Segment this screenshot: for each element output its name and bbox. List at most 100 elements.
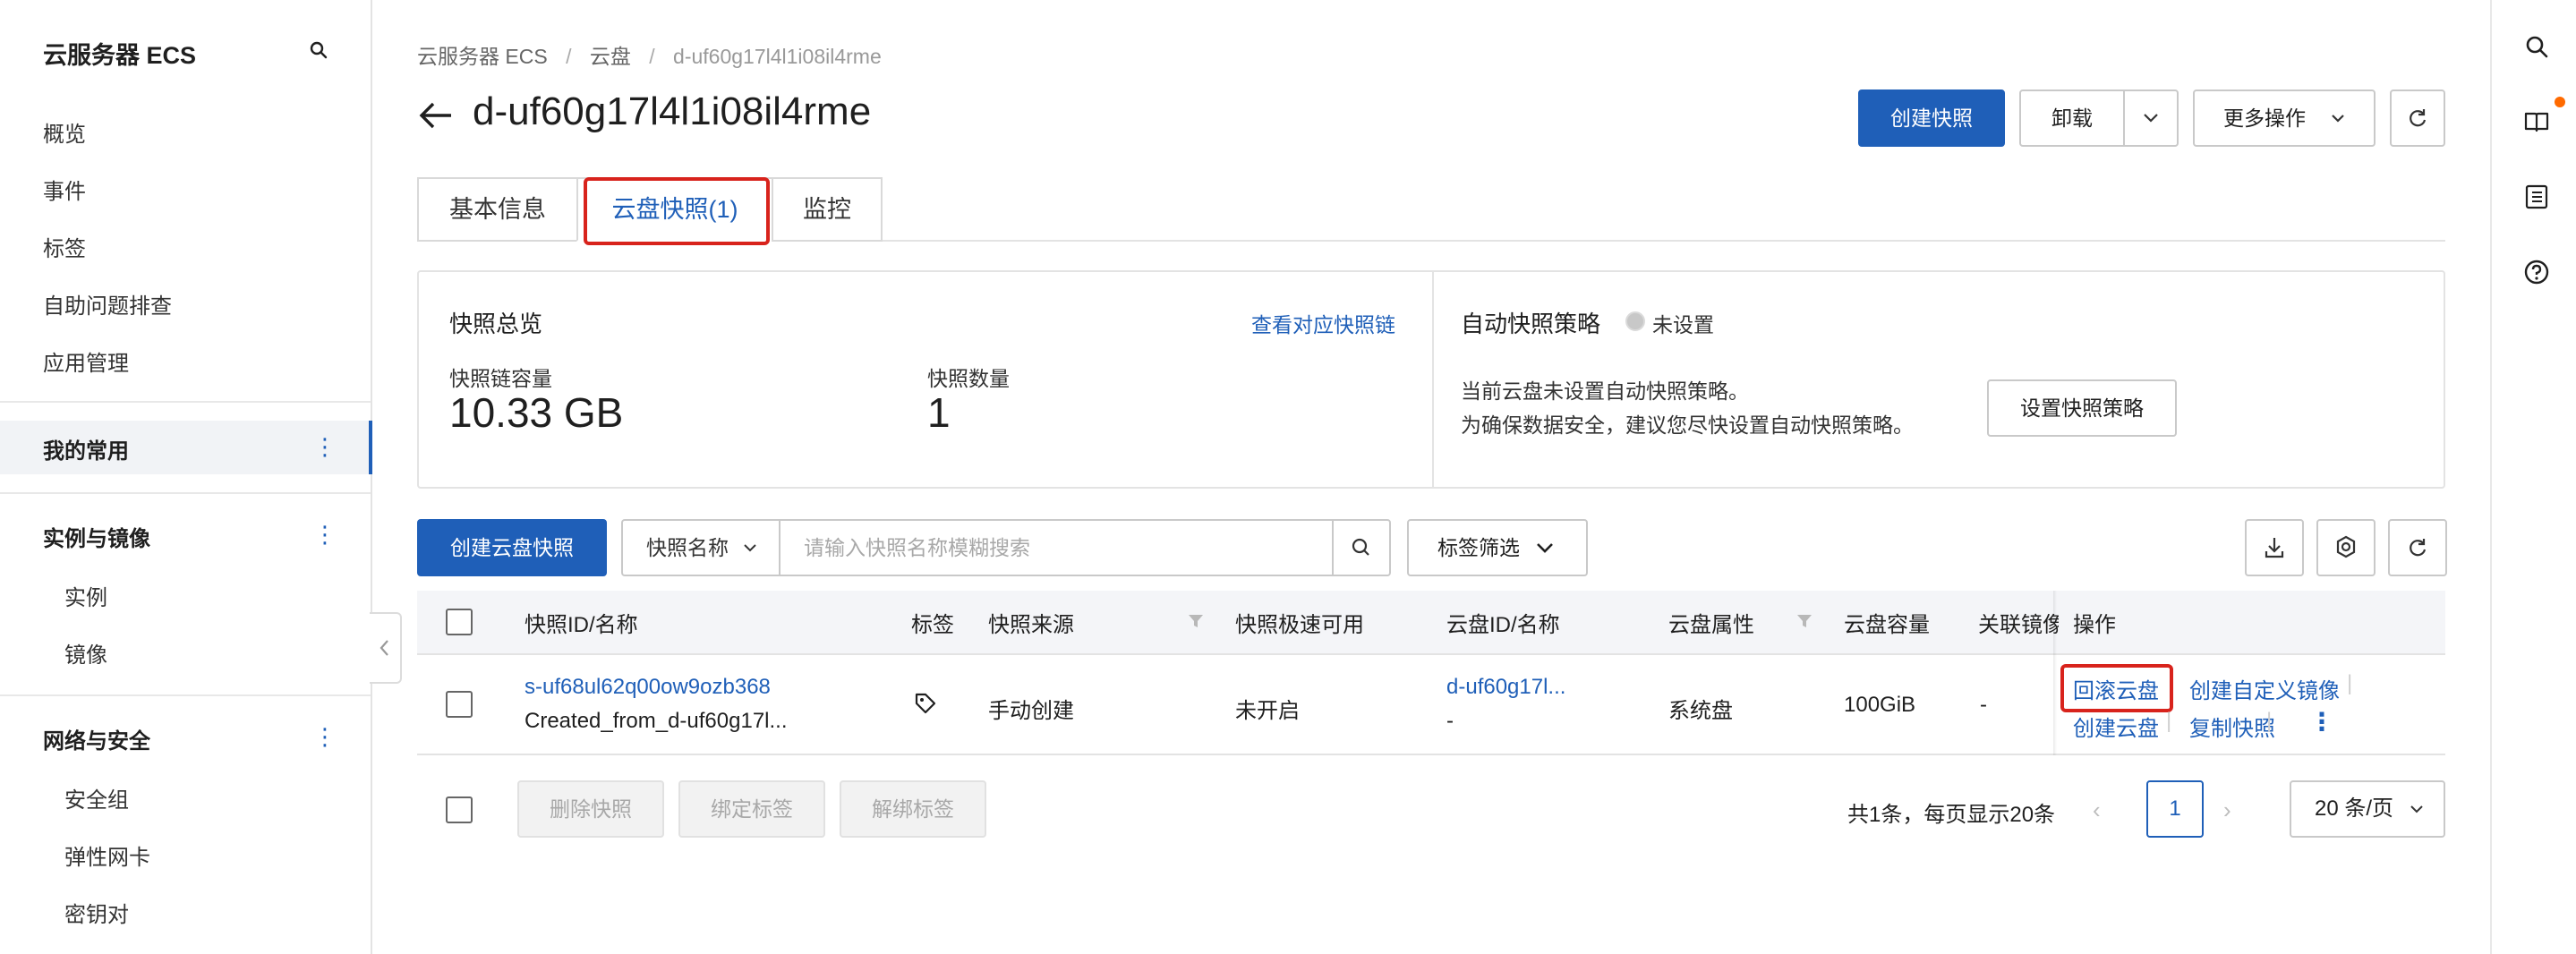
search-field-select[interactable]: 快照名称 — [621, 519, 780, 576]
sidebar-item-favorites[interactable]: 我的常用 — [43, 433, 129, 464]
settings-button[interactable] — [2316, 519, 2376, 576]
chain-capacity-label: 快照链容量 — [449, 367, 552, 390]
highlight-box — [2060, 664, 2173, 712]
breadcrumb-separator: / — [566, 45, 572, 68]
filter-icon[interactable] — [1796, 612, 1813, 630]
more-actions-label: 更多操作 — [2223, 106, 2306, 130]
sidebar-group-network-security[interactable]: 网络与安全 — [43, 723, 150, 754]
tag-icon[interactable] — [913, 691, 938, 716]
set-snapshot-policy-button[interactable]: 设置快照策略 — [1987, 379, 2177, 437]
auto-policy-heading: 自动快照策略 — [1461, 311, 1601, 337]
search-icon[interactable] — [2522, 32, 2551, 61]
sidebar: 云服务器 ECS 概览 事件 标签 自助问题排查 应用管理 我的常用 ⋮ 实例与… — [0, 0, 372, 954]
create-disk-snapshot-button[interactable]: 创建云盘快照 — [417, 519, 607, 576]
sidebar-item-keypairs[interactable]: 密钥对 — [64, 897, 129, 928]
chevron-down-icon — [2144, 114, 2158, 123]
page-size-select[interactable]: 20 条/页 — [2290, 780, 2445, 838]
snapshot-search-input[interactable]: 请输入快照名称模糊搜索 — [779, 519, 1334, 576]
unbind-tag-button[interactable]: 解绑标签 — [840, 780, 986, 838]
sidebar-item-instances[interactable]: 实例 — [64, 580, 107, 611]
sidebar-item-eni[interactable]: 弹性网卡 — [64, 839, 150, 871]
breadcrumb-current: d-uf60g17l4l1i08il4rme — [673, 45, 882, 68]
sidebar-item-app-management[interactable]: 应用管理 — [43, 345, 129, 377]
unmount-button[interactable]: 卸载 — [2019, 89, 2125, 147]
tag-filter-button[interactable]: 标签筛选 — [1407, 519, 1588, 576]
breadcrumb-separator: / — [649, 45, 655, 68]
more-vertical-icon[interactable]: ⋮ — [313, 521, 337, 548]
book-icon[interactable] — [2522, 107, 2551, 136]
tab-basic-info[interactable]: 基本信息 — [417, 177, 578, 242]
snapshot-id-link[interactable]: s-uf68ul62q00ow9ozb368 — [525, 675, 771, 700]
column-header-actions: 操作 — [2073, 613, 2116, 637]
create-custom-image-link[interactable]: 创建自定义镜像 — [2189, 673, 2340, 704]
create-disk-link[interactable]: 创建云盘 — [2073, 711, 2159, 742]
table-refresh-button[interactable] — [2388, 519, 2447, 576]
action-separator: | — [2347, 671, 2353, 695]
sidebar-item-tags[interactable]: 标签 — [43, 231, 86, 262]
breadcrumb-ecs[interactable]: 云服务器 ECS — [417, 45, 548, 68]
copy-snapshot-link[interactable]: 复制快照 — [2189, 711, 2275, 742]
page-title: d-uf60g17l4l1i08il4rme — [473, 89, 872, 133]
select-all-checkbox[interactable] — [446, 609, 473, 635]
auto-policy-status: 未设置 — [1652, 313, 1714, 336]
action-separator: | — [2166, 709, 2172, 733]
column-header-capacity: 云盘容量 — [1844, 613, 1930, 637]
footer-select-all-checkbox[interactable] — [446, 796, 473, 823]
tab-monitoring[interactable]: 监控 — [772, 177, 883, 242]
sidebar-collapse-button[interactable] — [370, 612, 402, 684]
filter-icon[interactable] — [1187, 612, 1205, 630]
disk-name: - — [1446, 709, 1454, 733]
more-vertical-icon[interactable]: ⋮ — [313, 433, 337, 460]
row-checkbox[interactable] — [446, 691, 473, 718]
sidebar-item-events[interactable]: 事件 — [43, 174, 86, 205]
view-snapshot-chain-link[interactable]: 查看对应快照链 — [1251, 308, 1395, 338]
bind-tag-button[interactable]: 绑定标签 — [678, 780, 825, 838]
action-separator: | — [2266, 709, 2273, 733]
download-button[interactable] — [2245, 519, 2304, 576]
back-arrow-icon[interactable] — [417, 97, 455, 134]
sidebar-group-instances-images[interactable]: 实例与镜像 — [43, 521, 150, 552]
prev-page-icon[interactable]: ‹ — [2093, 796, 2101, 824]
chevron-down-icon — [2332, 115, 2344, 123]
refresh-icon — [2410, 539, 2427, 557]
sidebar-title: 云服务器 ECS — [43, 42, 197, 69]
snapshot-count-label: 快照数量 — [927, 367, 1010, 390]
sidebar-item-overview[interactable]: 概览 — [43, 116, 86, 148]
overview-heading: 快照总览 — [449, 311, 543, 337]
page-size-label: 20 条/页 — [2315, 796, 2394, 821]
column-header-disk-attr: 云盘属性 — [1668, 613, 1754, 637]
column-header-tags: 标签 — [911, 613, 954, 637]
column-header-disk-id: 云盘ID/名称 — [1446, 613, 1560, 637]
pagination-info: 共1条，每页显示20条 — [1847, 803, 2056, 827]
breadcrumb-disk[interactable]: 云盘 — [590, 45, 631, 68]
help-icon[interactable] — [2522, 258, 2551, 286]
page-1-button[interactable]: 1 — [2146, 780, 2204, 838]
snapshot-name: Created_from_d-uf60g17l... — [525, 709, 788, 733]
more-vertical-icon[interactable]: ⋮ — [313, 723, 337, 750]
delete-snapshot-button[interactable]: 删除快照 — [517, 780, 664, 838]
refresh-button[interactable] — [2390, 89, 2445, 147]
sidebar-item-security-groups[interactable]: 安全组 — [64, 782, 129, 813]
gear-icon — [2336, 535, 2356, 558]
next-page-icon[interactable]: › — [2223, 796, 2231, 824]
more-actions-button[interactable]: 更多操作 — [2193, 89, 2376, 147]
unmount-dropdown-button[interactable] — [2123, 89, 2179, 147]
table-header — [417, 591, 2445, 655]
sidebar-divider — [0, 492, 371, 494]
disk-attribute: 系统盘 — [1668, 699, 1733, 723]
policy-message-line1: 当前云盘未设置自动快照策略。 — [1461, 379, 1749, 403]
checklist-icon[interactable] — [2522, 183, 2551, 211]
chevron-down-icon — [1537, 543, 1553, 553]
disk-id-link[interactable]: d-uf60g17l... — [1446, 675, 1565, 700]
chain-capacity-value: 10.33 GB — [449, 389, 624, 436]
more-vertical-icon[interactable]: ⋮ — [2309, 707, 2334, 737]
tag-filter-label: 标签筛选 — [1437, 536, 1520, 559]
sidebar-item-troubleshoot[interactable]: 自助问题排查 — [43, 288, 172, 319]
sidebar-item-images[interactable]: 镜像 — [64, 637, 107, 669]
snapshot-source: 手动创建 — [988, 699, 1074, 723]
create-snapshot-button[interactable]: 创建快照 — [1858, 89, 2005, 147]
chevron-down-icon — [744, 544, 756, 552]
search-button[interactable] — [1332, 519, 1391, 576]
search-icon[interactable] — [308, 39, 329, 61]
search-icon — [1352, 538, 1369, 556]
